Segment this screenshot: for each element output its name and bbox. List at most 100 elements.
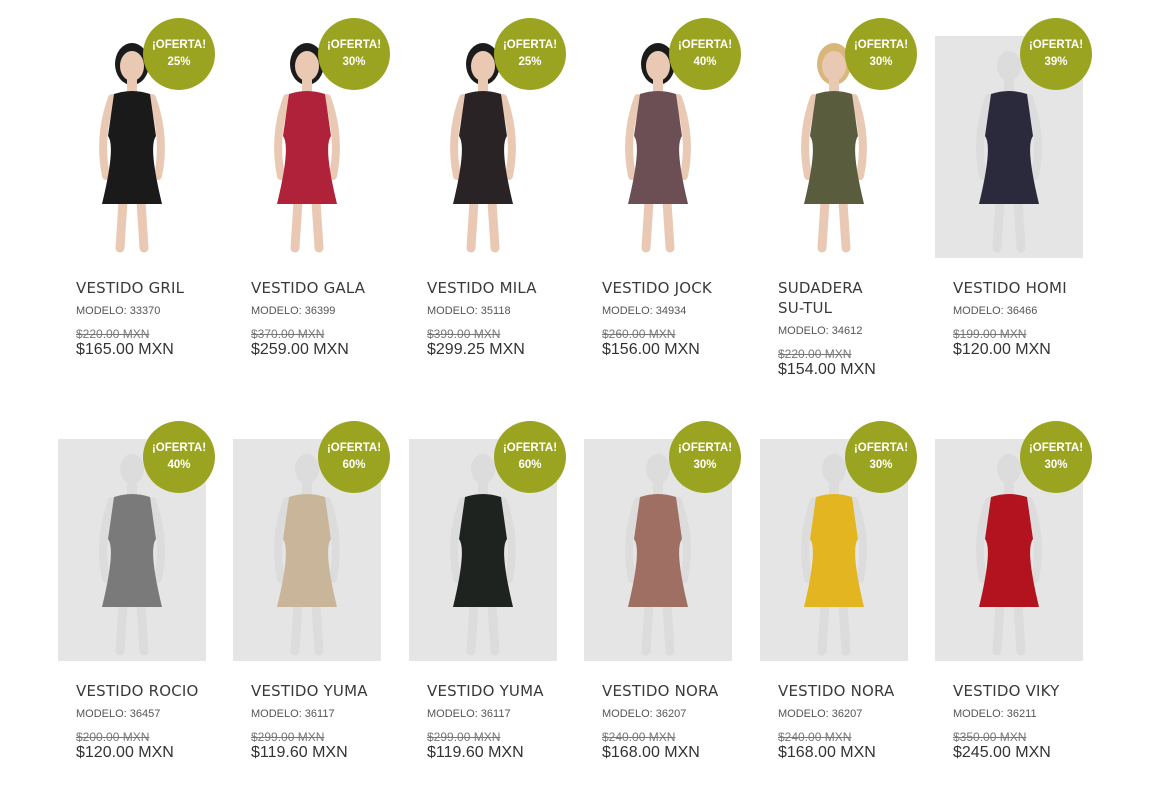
sale-badge: ¡OFERTA! 60% bbox=[494, 421, 566, 493]
product-info: VESTIDO JOCK MODELO: 34934 $260.00 MXN $156… bbox=[602, 278, 742, 359]
product-info: SUDADERA SU-TUL MODELO: 34612 $220.00 MXN $… bbox=[778, 278, 918, 379]
sale-badge: ¡OFERTA! 30% bbox=[669, 421, 741, 493]
product-info: VESTIDO MILA MODELO: 35118 $399.00 MXN $299… bbox=[427, 278, 567, 359]
sale-price: $168.00 MXN bbox=[778, 744, 876, 761]
product-card[interactable]: ¡OFERTA! 60% VESTIDO YUMA MODELO: 36117 $299… bbox=[233, 421, 390, 769]
product-model: MODELO: 36457 bbox=[76, 708, 161, 720]
product-name[interactable]: VESTIDO GALA bbox=[251, 278, 391, 298]
sale-badge: ¡OFERTA! 39% bbox=[1020, 18, 1092, 90]
product-card[interactable]: ¡OFERTA! 40% VESTIDO JOCK MODELO: 34934 $260… bbox=[584, 18, 741, 366]
sale-badge-title: ¡OFERTA! bbox=[502, 442, 558, 454]
product-model: MODELO: 36399 bbox=[251, 305, 336, 317]
product-info: VESTIDO GALA MODELO: 36399 $370.00 MXN $259… bbox=[251, 278, 391, 359]
product-name[interactable]: VESTIDO YUMA bbox=[251, 681, 391, 701]
product-card[interactable]: ¡OFERTA! 25% VESTIDO MILA MODELO: 35118 $399… bbox=[409, 18, 566, 366]
product-name[interactable]: VESTIDO VIKY bbox=[953, 681, 1093, 701]
sale-badge-percent: 30% bbox=[342, 56, 366, 68]
product-model: MODELO: 34934 bbox=[602, 305, 687, 317]
sale-badge-percent: 25% bbox=[167, 56, 191, 68]
product-model: MODELO: 36207 bbox=[602, 708, 687, 720]
original-price: $350.00 MXN bbox=[953, 730, 1027, 744]
sale-badge-percent: 30% bbox=[869, 56, 893, 68]
product-model: MODELO: 33370 bbox=[76, 305, 161, 317]
sale-badge: ¡OFERTA! 30% bbox=[845, 421, 917, 493]
original-price: $299.00 MXN bbox=[251, 730, 325, 744]
product-name[interactable]: VESTIDO MILA bbox=[427, 278, 567, 298]
product-name[interactable]: VESTIDO YUMA bbox=[427, 681, 567, 701]
sale-badge-percent: 30% bbox=[869, 459, 893, 471]
sale-price: $154.00 MXN bbox=[778, 361, 876, 378]
sale-badge: ¡OFERTA! 25% bbox=[494, 18, 566, 90]
product-model: MODELO: 36117 bbox=[251, 708, 335, 720]
product-card[interactable]: ¡OFERTA! 30% VESTIDO GALA MODELO: 36399 $370… bbox=[233, 18, 390, 366]
sale-price: $245.00 MXN bbox=[953, 744, 1051, 761]
sale-badge-percent: 30% bbox=[1044, 459, 1068, 471]
product-model: MODELO: 36207 bbox=[778, 708, 863, 720]
product-model: MODELO: 35118 bbox=[427, 305, 511, 317]
product-info: VESTIDO HOMI MODELO: 36466 $199.00 MXN $120… bbox=[953, 278, 1093, 359]
original-price: $200.00 MXN bbox=[76, 730, 150, 744]
product-card[interactable]: ¡OFERTA! 39% VESTIDO HOMI MODELO: 36466 $199… bbox=[935, 18, 1092, 366]
sale-price: $119.60 MXN bbox=[427, 744, 524, 761]
product-name[interactable]: VESTIDO JOCK bbox=[602, 278, 742, 298]
sale-price: $165.00 MXN bbox=[76, 341, 174, 358]
sale-price: $259.00 MXN bbox=[251, 341, 349, 358]
original-price: $370.00 MXN bbox=[251, 327, 325, 341]
product-info: VESTIDO ROCIO MODELO: 36457 $200.00 MXN $12… bbox=[76, 681, 216, 762]
sale-price: $299.25 MXN bbox=[427, 341, 525, 358]
sale-badge: ¡OFERTA! 30% bbox=[1020, 421, 1092, 493]
product-card[interactable]: ¡OFERTA! 30% VESTIDO NORA MODELO: 36207 $240… bbox=[760, 421, 917, 769]
sale-badge: ¡OFERTA! 60% bbox=[318, 421, 390, 493]
sale-badge-title: ¡OFERTA! bbox=[151, 442, 207, 454]
sale-badge-percent: 25% bbox=[518, 56, 542, 68]
product-info: VESTIDO NORA MODELO: 36207 $240.00 MXN $168… bbox=[778, 681, 918, 762]
product-name[interactable]: SUDADERA SU-TUL bbox=[778, 278, 888, 318]
sale-badge-title: ¡OFERTA! bbox=[853, 39, 909, 51]
sale-badge-percent: 60% bbox=[342, 459, 366, 471]
product-card[interactable]: ¡OFERTA! 30% VESTIDO VIKY MODELO: 36211 $350… bbox=[935, 421, 1092, 769]
product-info: VESTIDO YUMA MODELO: 36117 $299.00 MXN $119… bbox=[251, 681, 391, 762]
sale-badge-title: ¡OFERTA! bbox=[853, 442, 909, 454]
sale-price: $168.00 MXN bbox=[602, 744, 700, 761]
sale-badge-title: ¡OFERTA! bbox=[326, 39, 382, 51]
original-price: $299.00 MXN bbox=[427, 730, 501, 744]
sale-badge-title: ¡OFERTA! bbox=[677, 442, 733, 454]
sale-badge-title: ¡OFERTA! bbox=[326, 442, 382, 454]
sale-badge-title: ¡OFERTA! bbox=[502, 39, 558, 51]
product-name[interactable]: VESTIDO HOMI bbox=[953, 278, 1093, 298]
product-model: MODELO: 36117 bbox=[427, 708, 511, 720]
product-info: VESTIDO GRIL MODELO: 33370 $220.00 MXN $165… bbox=[76, 278, 216, 359]
product-name[interactable]: VESTIDO NORA bbox=[602, 681, 742, 701]
sale-badge-title: ¡OFERTA! bbox=[1028, 39, 1084, 51]
original-price: $220.00 MXN bbox=[76, 327, 150, 341]
product-model: MODELO: 34612 bbox=[778, 325, 863, 337]
sale-badge-percent: 40% bbox=[693, 56, 717, 68]
sale-badge-percent: 60% bbox=[518, 459, 542, 471]
product-model: MODELO: 36466 bbox=[953, 305, 1038, 317]
product-model: MODELO: 36211 bbox=[953, 708, 1037, 720]
product-card[interactable]: ¡OFERTA! 40% VESTIDO ROCIO MODELO: 36457 $20… bbox=[58, 421, 215, 769]
original-price: $220.00 MXN bbox=[778, 347, 852, 361]
product-card[interactable]: ¡OFERTA! 30% SUDADERA SU-TUL MODELO: 34612 $… bbox=[760, 18, 917, 378]
sale-badge-title: ¡OFERTA! bbox=[151, 39, 207, 51]
sale-badge-title: ¡OFERTA! bbox=[677, 39, 733, 51]
product-name[interactable]: VESTIDO GRIL bbox=[76, 278, 216, 298]
sale-price: $156.00 MXN bbox=[602, 341, 700, 358]
sale-badge: ¡OFERTA! 30% bbox=[318, 18, 390, 90]
sale-badge-percent: 40% bbox=[167, 459, 191, 471]
original-price: $260.00 MXN bbox=[602, 327, 676, 341]
original-price: $399.00 MXN bbox=[427, 327, 501, 341]
product-card[interactable]: ¡OFERTA! 25% VESTIDO GRIL MODELO: 33370 $220… bbox=[58, 18, 215, 366]
original-price: $199.00 MXN bbox=[953, 327, 1027, 341]
sale-badge-percent: 39% bbox=[1044, 56, 1068, 68]
original-price: $240.00 MXN bbox=[602, 730, 676, 744]
product-info: VESTIDO VIKY MODELO: 36211 $350.00 MXN $245… bbox=[953, 681, 1093, 762]
sale-badge-title: ¡OFERTA! bbox=[1028, 442, 1084, 454]
sale-badge: ¡OFERTA! 30% bbox=[845, 18, 917, 90]
product-name[interactable]: VESTIDO ROCIO bbox=[76, 681, 216, 701]
product-name[interactable]: VESTIDO NORA bbox=[778, 681, 918, 701]
sale-badge: ¡OFERTA! 25% bbox=[143, 18, 215, 90]
sale-price: $119.60 MXN bbox=[251, 744, 348, 761]
product-card[interactable]: ¡OFERTA! 60% VESTIDO YUMA MODELO: 36117 $299… bbox=[409, 421, 566, 769]
product-card[interactable]: ¡OFERTA! 30% VESTIDO NORA MODELO: 36207 $240… bbox=[584, 421, 741, 769]
